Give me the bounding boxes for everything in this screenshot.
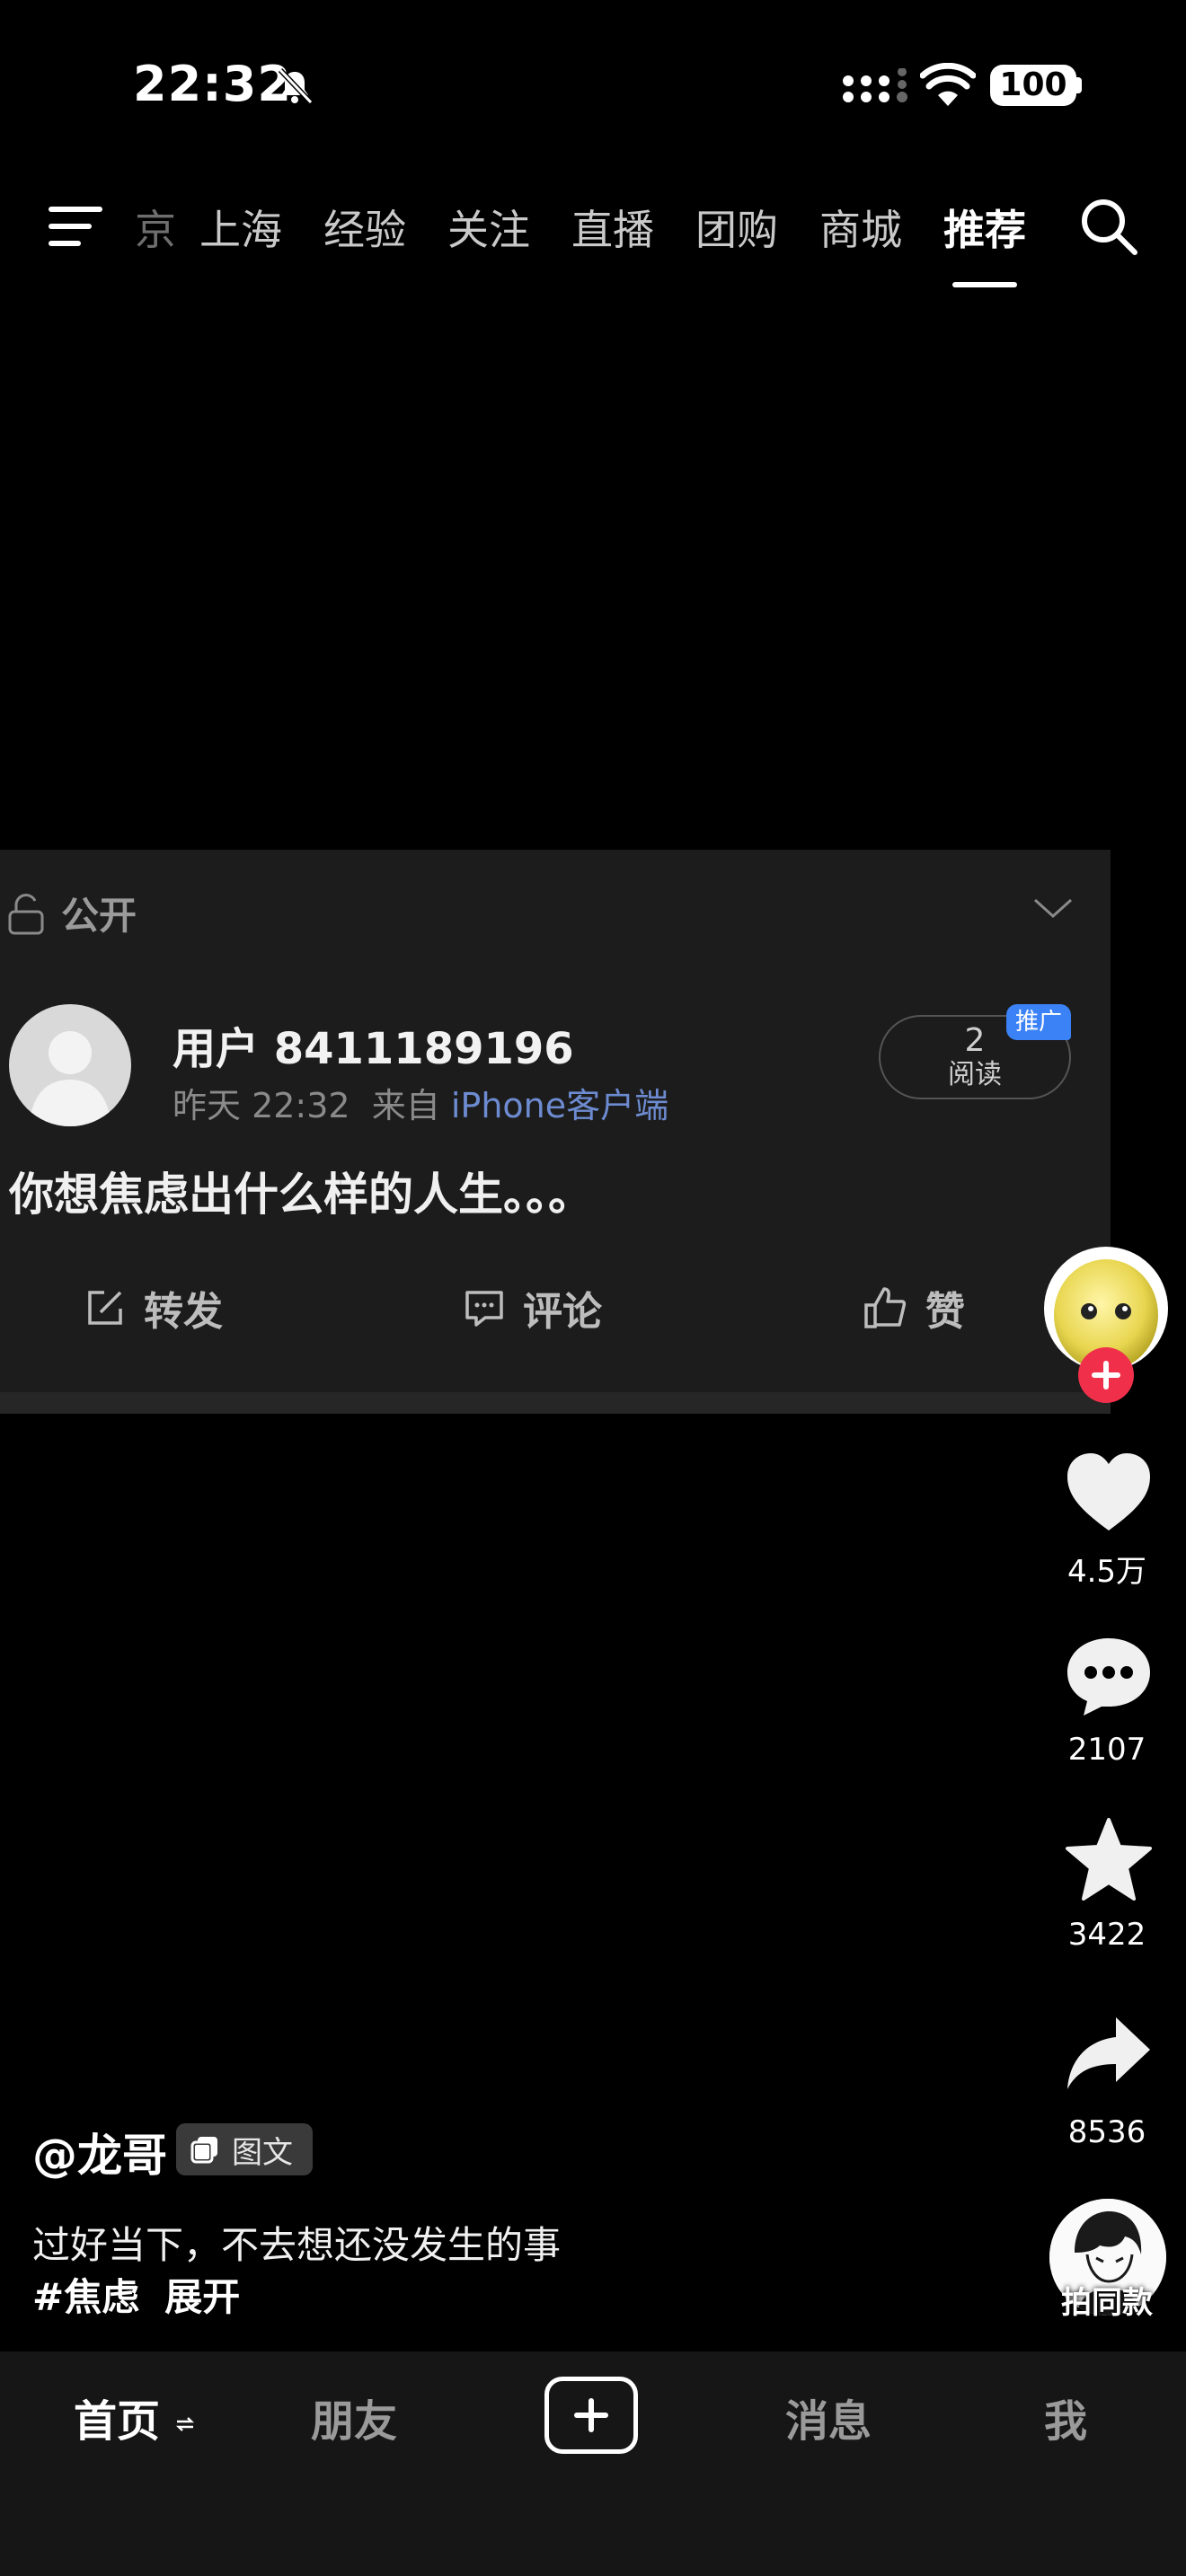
reads-label: 阅读 <box>948 1059 1002 1090</box>
like-action[interactable]: 赞 <box>863 1279 965 1337</box>
tab-experience[interactable]: 经验 <box>323 198 406 257</box>
likes-count: 4.5万 <box>1067 1554 1147 1590</box>
default-user-icon <box>29 1031 111 1126</box>
post-author-name[interactable]: 用户 8411189196 <box>173 1013 574 1076</box>
post-author-avatar[interactable] <box>9 1004 131 1126</box>
menu-icon[interactable] <box>47 203 104 250</box>
comment-bubble-icon[interactable] <box>1064 1635 1154 1717</box>
tab-live[interactable]: 直播 <box>571 198 654 257</box>
search-icon[interactable] <box>1078 196 1139 257</box>
status-time: 22:32 <box>133 56 292 112</box>
tab-beijing[interactable]: 京 <box>135 198 176 257</box>
comment-icon <box>465 1291 503 1327</box>
post-source[interactable]: iPhone客户端 <box>451 1086 668 1125</box>
image-text-icon <box>190 2137 217 2164</box>
tab-messages[interactable]: 消息 <box>785 2386 872 2448</box>
unlock-icon <box>8 893 44 934</box>
tab-mall[interactable]: 商城 <box>819 198 902 257</box>
tab-shanghai[interactable]: 上海 <box>199 198 282 257</box>
thumbs-up-icon <box>864 1287 907 1328</box>
favorites-count: 3422 <box>1067 1917 1146 1953</box>
tab-home[interactable]: 首页 <box>74 2386 195 2448</box>
author-handle[interactable]: @龙哥 <box>32 2120 167 2184</box>
comments-count: 2107 <box>1067 1732 1146 1768</box>
plus-icon <box>574 2398 608 2432</box>
plus-icon <box>1092 1361 1120 1389</box>
tab-recommended[interactable]: 推荐 <box>943 198 1026 287</box>
post-time: 昨天 22:32 <box>173 1086 350 1125</box>
tab-home-label: 首页 <box>74 2396 161 2447</box>
chevron-down-icon[interactable] <box>1031 895 1075 922</box>
tab-me[interactable]: 我 <box>1044 2386 1087 2448</box>
cellular-signal-icon <box>843 68 907 102</box>
like-label: 赞 <box>925 1289 965 1335</box>
repost-action[interactable]: 转发 <box>84 1279 223 1337</box>
wifi-icon <box>920 63 976 106</box>
repost-label: 转发 <box>144 1289 223 1335</box>
tab-friends[interactable]: 朋友 <box>311 2386 397 2448</box>
top-nav-tabs: 京 上海 经验 关注 直播 团购 商城 推荐 <box>135 196 1067 287</box>
tab-following[interactable]: 关注 <box>447 198 530 257</box>
refresh-arrows-icon <box>175 2417 194 2431</box>
shares-count: 8536 <box>1067 2114 1146 2150</box>
expand-link[interactable]: 展开 <box>164 2275 240 2319</box>
hashtag-link[interactable]: #焦虑 <box>32 2275 139 2319</box>
post-card-divider <box>0 1392 1111 1414</box>
promo-badge: 推广 <box>1006 1004 1071 1040</box>
content-type-tag: 图文 <box>176 2123 313 2175</box>
tab-group-buy[interactable]: 团购 <box>695 198 778 257</box>
caption-text: 过好当下，不去想还没发生的事 <box>32 2223 562 2267</box>
content-type-label: 图文 <box>232 2134 293 2171</box>
comment-label: 评论 <box>523 1289 602 1335</box>
hashtag-row: #焦虑 展开 <box>32 2267 265 2322</box>
share-arrow-icon[interactable] <box>1064 2014 1154 2096</box>
comment-action[interactable]: 评论 <box>464 1279 602 1337</box>
bell-off-icon <box>278 67 314 105</box>
visibility-row: 公开 <box>7 886 137 940</box>
post-source-prefix: 来自 <box>371 1086 440 1125</box>
share-edit-icon <box>88 1291 122 1325</box>
music-label[interactable]: 拍同款 <box>1033 2278 1181 2322</box>
heart-icon[interactable] <box>1064 1451 1154 1534</box>
visibility-label: 公开 <box>61 894 137 938</box>
battery-indicator: 100 <box>990 65 1076 106</box>
post-meta: 昨天 22:32 来自 iPhone客户端 <box>173 1078 668 1127</box>
post-text: 你想焦虑出什么样的人生。。。 <box>9 1169 593 1221</box>
follow-button[interactable] <box>1078 1347 1134 1403</box>
create-button[interactable] <box>544 2377 638 2454</box>
battery-tip <box>1076 77 1082 93</box>
star-icon[interactable] <box>1064 1818 1154 1901</box>
